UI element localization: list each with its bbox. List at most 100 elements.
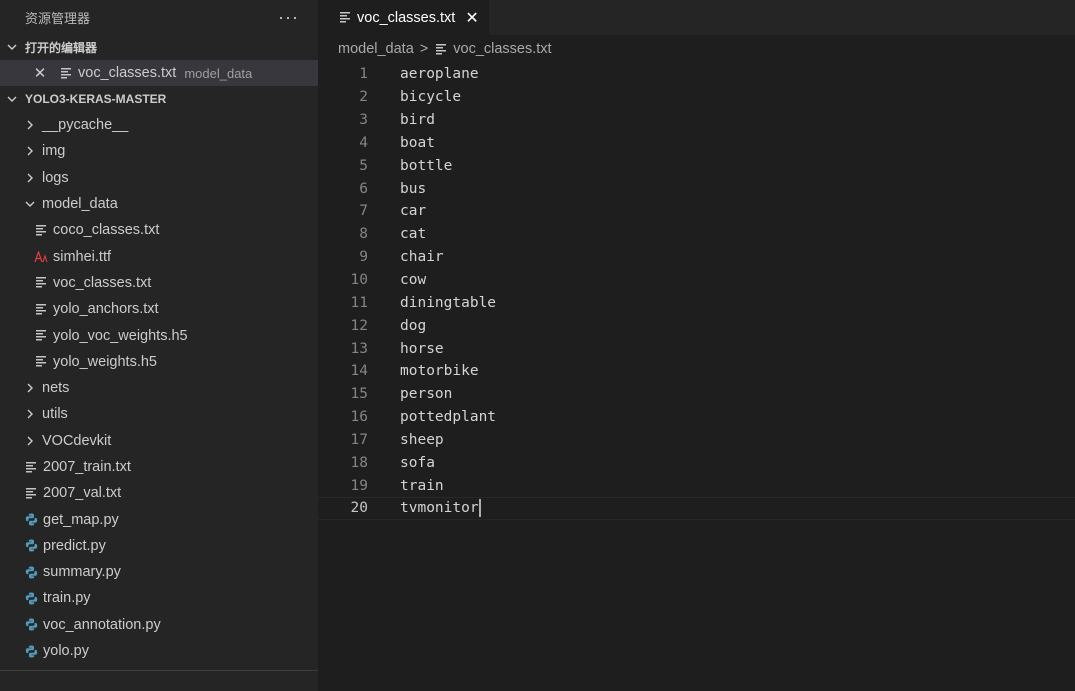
text-file-icon (338, 11, 352, 25)
tree-item[interactable]: yolo_voc_weights.h5 (0, 322, 318, 348)
project-header[interactable]: YOLO3-KERAS-MASTER (0, 86, 318, 112)
open-editor-item[interactable]: ✕ voc_classes.txt model_data (0, 60, 318, 86)
line-text: cow (400, 272, 427, 289)
tree-item[interactable]: yolo_anchors.txt (0, 296, 318, 322)
code-line[interactable]: 11 diningtable (318, 291, 1075, 314)
chevron-right-icon (23, 381, 37, 395)
sidebar-bottom-panel (0, 670, 318, 691)
line-number: 12 (350, 317, 368, 334)
tree-item[interactable]: nets (0, 375, 318, 401)
python-file-icon (24, 565, 38, 579)
line-text: dog (400, 317, 427, 334)
tree-item-label: coco_classes.txt (53, 222, 160, 239)
tree-item[interactable]: img (0, 138, 318, 164)
code-line[interactable]: 12 dog (318, 314, 1075, 337)
code-line[interactable]: 16 pottedplant (318, 406, 1075, 429)
code-line[interactable]: 20 tvmonitor (318, 497, 1075, 520)
tree-item-label: 2007_train.txt (43, 459, 131, 475)
open-editors-label: 打开的编辑器 (25, 40, 98, 55)
breadcrumb-separator: > (419, 41, 429, 57)
tree-item[interactable]: utils (0, 401, 318, 427)
chevron-right-icon (23, 144, 37, 158)
line-text: boat (400, 134, 435, 151)
line-number: 8 (359, 226, 368, 243)
chevron-right-icon (23, 171, 37, 185)
line-text: bus (400, 180, 427, 197)
tree-item[interactable]: yolo_weights.h5 (0, 349, 318, 375)
tree-item[interactable]: simhei.ttf (0, 243, 318, 269)
line-number: 1 (359, 66, 368, 83)
tree-item[interactable]: logs (0, 165, 318, 191)
tree-item-label: yolo_anchors.txt (53, 301, 159, 318)
code-line[interactable]: 19 train (318, 474, 1075, 497)
tab-voc-classes[interactable]: voc_classes.txt ✕ (318, 0, 489, 35)
tab-label: voc_classes.txt (357, 9, 456, 26)
code-line[interactable]: 7 car (318, 200, 1075, 223)
tree-item-label: get_map.py (43, 511, 119, 528)
chevron-right-icon (23, 118, 37, 132)
line-text: person (400, 386, 453, 403)
code-line[interactable]: 4 boat (318, 132, 1075, 155)
text-file-icon (34, 276, 48, 290)
close-icon[interactable]: ✕ (33, 64, 47, 82)
tree-item[interactable]: 2007_train.txt (0, 454, 318, 480)
code-line[interactable]: 10 cow (318, 269, 1075, 292)
line-text: cat (400, 226, 427, 243)
code-line[interactable]: 8 cat (318, 223, 1075, 246)
close-tab-icon[interactable]: ✕ (465, 8, 478, 28)
code-line[interactable]: 17 sheep (318, 429, 1075, 452)
code-line[interactable]: 2 bicycle (318, 86, 1075, 109)
code-line[interactable]: 3 bird (318, 109, 1075, 132)
open-editor-folder: model_data (184, 65, 253, 81)
line-text: aeroplane (400, 66, 479, 83)
tree-item-label: yolo.py (43, 643, 89, 660)
tree-item-label: utils (42, 406, 68, 423)
code-line[interactable]: 13 horse (318, 337, 1075, 360)
line-text: tvmonitor (400, 500, 479, 517)
explorer-sidebar: 资源管理器 ··· 打开的编辑器 ✕ voc_classes.txt model… (0, 0, 318, 691)
line-number: 10 (350, 272, 368, 289)
line-number: 11 (350, 294, 368, 311)
code-line[interactable]: 5 bottle (318, 154, 1075, 177)
tree-item[interactable]: train.py (0, 585, 318, 611)
text-cursor (478, 499, 481, 518)
python-file-icon (24, 513, 38, 527)
open-editors-header[interactable]: 打开的编辑器 (0, 34, 318, 60)
editor-area: voc_classes.txt ✕ model_data > voc_class… (318, 0, 1075, 691)
line-text: horse (400, 340, 444, 357)
line-number: 5 (359, 157, 368, 174)
tree-item-label: predict.py (43, 537, 106, 554)
breadcrumb-file[interactable]: voc_classes.txt (453, 41, 551, 57)
chevron-down-icon (6, 93, 20, 105)
code-line[interactable]: 15 person (318, 383, 1075, 406)
tree-item[interactable]: model_data (0, 191, 318, 217)
code-line[interactable]: 9 chair (318, 246, 1075, 269)
chevron-down-icon (6, 41, 20, 53)
explorer-title: 资源管理器 (25, 10, 91, 26)
chevron-right-icon (23, 434, 37, 448)
code-line[interactable]: 1 aeroplane (318, 63, 1075, 86)
tree-item[interactable]: __pycache__ (0, 112, 318, 138)
line-number: 3 (359, 112, 368, 129)
tree-item[interactable]: 2007_val.txt (0, 480, 318, 506)
tree-item[interactable]: get_map.py (0, 506, 318, 532)
chevron-down-icon (23, 197, 37, 211)
line-number: 17 (350, 431, 368, 448)
tree-item[interactable]: VOCdevkit (0, 428, 318, 454)
tree-item[interactable]: voc_classes.txt (0, 270, 318, 296)
line-number: 7 (359, 203, 368, 220)
code-line[interactable]: 18 sofa (318, 451, 1075, 474)
more-actions-icon[interactable]: ··· (278, 8, 299, 26)
code-line[interactable]: 6 bus (318, 177, 1075, 200)
breadcrumb-folder[interactable]: model_data (338, 41, 414, 57)
line-number: 13 (350, 340, 368, 357)
code-line[interactable]: 14 motorbike (318, 360, 1075, 383)
tree-item[interactable]: yolo.py (0, 638, 318, 664)
code-editor[interactable]: 1 aeroplane 2 bicycle 3 bird 4 boat 5 bottle 6 bus 7… (318, 63, 1075, 520)
tree-item[interactable]: coco_classes.txt (0, 217, 318, 243)
text-file-icon (34, 302, 48, 316)
tree-item[interactable]: voc_annotation.py (0, 612, 318, 638)
tree-item[interactable]: predict.py (0, 533, 318, 559)
python-file-icon (24, 644, 38, 658)
tree-item[interactable]: summary.py (0, 559, 318, 585)
